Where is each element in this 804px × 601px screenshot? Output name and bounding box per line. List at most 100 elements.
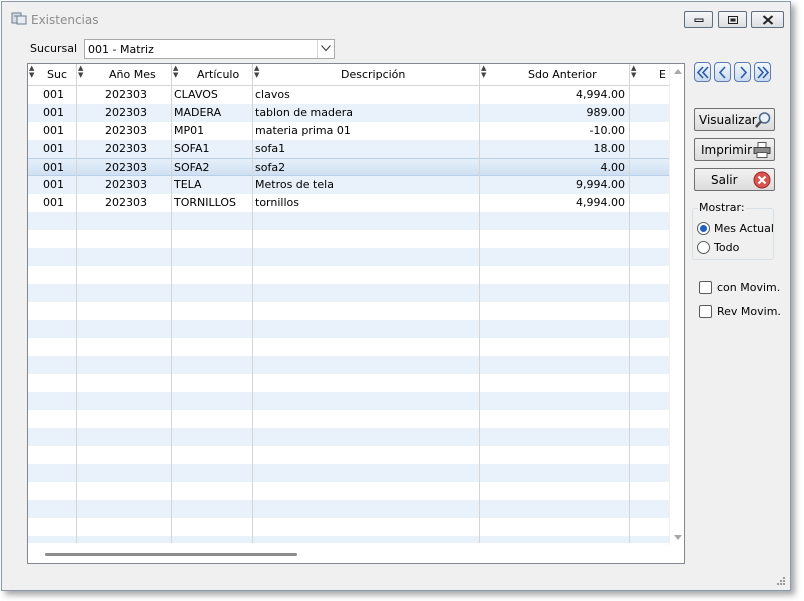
table-row[interactable] [28, 392, 669, 410]
next-record-button[interactable] [734, 62, 751, 82]
mes-actual-label[interactable]: Mes Actual [714, 222, 774, 235]
table-cell: 4,994.00 [576, 196, 625, 209]
sucursal-select[interactable]: 001 - Matriz [84, 39, 335, 59]
table-cell: tablon de madera [255, 106, 354, 119]
sucursal-label: Sucursal [30, 42, 78, 55]
column-divider [629, 86, 630, 543]
table-row[interactable] [28, 338, 669, 356]
table-cell: TORNILLOS [174, 196, 236, 209]
existencias-window: Existencias Sucursal 001 - Matriz ▲ ▼ Suc… [1, 1, 791, 591]
table-cell: CLAVOS [174, 88, 218, 101]
horizontal-scrollbar[interactable] [28, 545, 684, 563]
table-cell: 001 [43, 142, 64, 155]
column-divider [76, 86, 77, 543]
table-row[interactable] [28, 446, 669, 464]
table-row[interactable] [28, 536, 669, 543]
column-header-e[interactable]: ▲ ▼ E [630, 64, 669, 85]
minimize-button[interactable] [684, 11, 713, 28]
table-row[interactable] [28, 284, 669, 302]
table-cell: SOFA1 [174, 142, 210, 155]
table-row[interactable]: 001 202303 CLAVOS clavos 4,994.00 [28, 86, 669, 104]
vertical-scrollbar[interactable] [669, 64, 684, 545]
table-cell: 202303 [105, 88, 147, 101]
sort-icon: ▲ ▼ [78, 64, 84, 79]
first-record-button[interactable] [694, 62, 711, 82]
grid-header: ▲ ▼ Suc ▲ ▼ Año Mes ▲ ▼ Artículo ▲ ▼ Descrip… [28, 64, 669, 86]
table-cell: TELA [174, 178, 202, 191]
salir-button[interactable]: Salir [694, 168, 775, 191]
column-header-articulo[interactable]: ▲ ▼ Artículo [172, 64, 253, 85]
previous-record-button[interactable] [714, 62, 731, 82]
table-cell: 001 [43, 196, 64, 209]
mes-actual-radio[interactable] [697, 222, 710, 235]
column-divider [171, 86, 172, 543]
close-button[interactable] [751, 11, 784, 28]
sucursal-dropdown-button[interactable] [317, 40, 334, 58]
exit-icon [753, 171, 771, 189]
horizontal-scroll-thumb[interactable] [45, 553, 297, 556]
table-cell: 001 [43, 161, 64, 174]
table-cell: 202303 [105, 142, 147, 155]
table-row[interactable] [28, 374, 669, 392]
scroll-up-icon[interactable] [674, 69, 682, 74]
window-title: Existencias [31, 13, 99, 27]
table-row[interactable] [28, 230, 669, 248]
table-cell: 001 [43, 106, 64, 119]
last-icon [757, 66, 770, 79]
printer-icon [753, 142, 771, 158]
table-row[interactable] [28, 248, 669, 266]
table-row[interactable] [28, 356, 669, 374]
table-row[interactable]: 001 202303 MP01 materia prima 01 -10.00 [28, 122, 669, 140]
rev-movim-label[interactable]: Rev Movim. [717, 305, 781, 318]
visualizar-button[interactable]: Visualizar [694, 108, 775, 131]
column-header-descripcion[interactable]: ▲ ▼ Descripción [253, 64, 480, 85]
table-cell: 001 [43, 124, 64, 137]
table-row[interactable] [28, 266, 669, 284]
table-row[interactable] [28, 320, 669, 338]
todo-label[interactable]: Todo [714, 241, 739, 254]
table-row[interactable] [28, 410, 669, 428]
grid-body: 001 202303 CLAVOS clavos 4,994.00 001 202303 MA… [28, 86, 669, 543]
table-row[interactable] [28, 464, 669, 482]
table-row[interactable]: 001 202303 MADERA tablon de madera 989.00 [28, 104, 669, 122]
column-header-suc[interactable]: ▲ ▼ Suc [28, 64, 77, 85]
sort-icon: ▲ ▼ [254, 64, 260, 79]
last-record-button[interactable] [754, 62, 771, 82]
imprimir-button[interactable]: Imprimir [694, 138, 775, 161]
table-row[interactable]: 001 202303 SOFA1 sofa1 18.00 [28, 140, 669, 158]
sort-icon: ▲ ▼ [631, 64, 637, 79]
column-header-sdo-anterior[interactable]: ▲ ▼ Sdo Anterior [480, 64, 630, 85]
table-cell: SOFA2 [174, 161, 210, 174]
first-icon [696, 66, 709, 79]
restore-button[interactable] [718, 11, 747, 28]
table-cell: 001 [43, 178, 64, 191]
stock-grid[interactable]: ▲ ▼ Suc ▲ ▼ Año Mes ▲ ▼ Artículo ▲ ▼ Descrip… [27, 63, 685, 564]
prev-icon [718, 66, 726, 79]
table-row[interactable] [28, 482, 669, 500]
table-cell: sofa1 [255, 142, 286, 155]
todo-radio[interactable] [697, 241, 710, 254]
table-cell: 001 [43, 88, 64, 101]
table-row[interactable]: 001 202303 TORNILLOS tornillos 4,994.00 [28, 194, 669, 212]
resize-grip-icon[interactable] [776, 576, 786, 586]
table-row[interactable] [28, 518, 669, 536]
sort-icon: ▲ ▼ [29, 64, 35, 79]
table-row[interactable] [28, 500, 669, 518]
table-row[interactable] [28, 428, 669, 446]
scroll-down-icon[interactable] [674, 535, 682, 540]
table-row[interactable] [28, 302, 669, 320]
table-cell: MADERA [174, 106, 222, 119]
table-row[interactable]: 001 202303 SOFA2 sofa2 4.00 [28, 158, 669, 176]
table-cell: clavos [255, 88, 290, 101]
rev-movim-checkbox[interactable] [699, 305, 712, 318]
table-row[interactable]: 001 202303 TELA Metros de tela 9,994.00 [28, 176, 669, 194]
table-row[interactable] [28, 212, 669, 230]
next-icon [740, 66, 748, 79]
table-cell: 9,994.00 [576, 178, 625, 191]
table-cell: 989.00 [586, 106, 626, 119]
table-cell: 4,994.00 [576, 88, 625, 101]
column-header-ano-mes[interactable]: ▲ ▼ Año Mes [77, 64, 172, 85]
con-movim-checkbox[interactable] [699, 281, 712, 294]
con-movim-label[interactable]: con Movim. [717, 281, 780, 294]
column-divider [252, 86, 253, 543]
